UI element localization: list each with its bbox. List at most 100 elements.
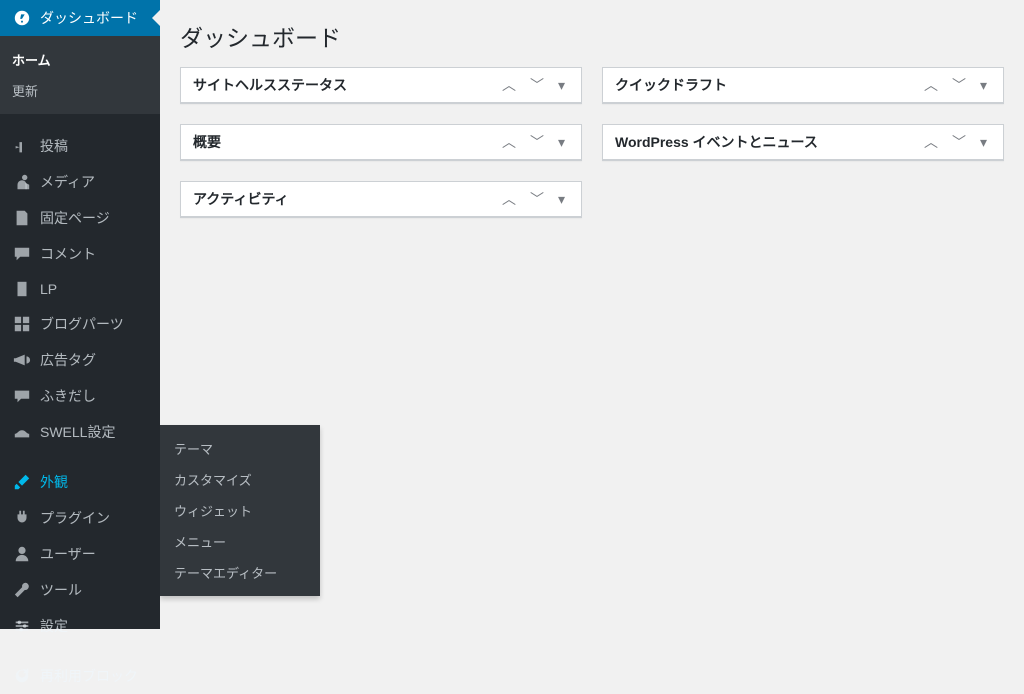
move-up-button[interactable]: ︿ [498,188,520,210]
handle-actions: ︿ ﹀ ▾ [498,131,569,153]
sidebar-sub-home[interactable]: ホーム [0,44,160,75]
move-up-button[interactable]: ︿ [920,74,942,96]
pin-icon [12,137,32,155]
doc-icon [12,280,32,298]
submenu-widgets[interactable]: ウィジェット [160,495,320,526]
submenu-editor[interactable]: テーマエディター [160,557,320,588]
admin-sidebar: ダッシュボード ホーム 更新 投稿 メディア 固定ページ コメント LP [0,0,160,629]
move-up-button[interactable]: ︿ [498,131,520,153]
sidebar-item-appearance[interactable]: 外観 [0,464,160,500]
postbox-events-news: WordPress イベントとニュース ︿ ﹀ ▾ [602,124,1004,161]
sidebar-item-label: メディア [40,172,95,192]
submenu-customize[interactable]: カスタマイズ [160,464,320,495]
wrench-icon [12,581,32,599]
toggle-button[interactable]: ▾ [554,188,569,210]
postbox-title: サイトヘルスステータス [193,75,498,95]
move-down-button[interactable]: ﹀ [526,188,548,210]
sidebar-item-label: 広告タグ [40,350,96,370]
chevron-down-icon: ﹀ [530,135,544,149]
sidebar-item-label: SWELL設定 [40,422,115,442]
sidebar-item-swell[interactable]: SWELL設定 [0,414,160,450]
media-icon [12,173,32,191]
sidebar-item-label: コメント [40,244,96,264]
page-title: ダッシュボード [180,10,1004,67]
handle-actions: ︿ ﹀ ▾ [920,131,991,153]
dashboard-icon [12,9,32,27]
move-down-button[interactable]: ﹀ [948,74,970,96]
page-icon [12,209,32,227]
sidebar-item-label: ブログパーツ [40,314,124,334]
sidebar-item-lp[interactable]: LP [0,272,160,306]
sidebar-item-blogparts[interactable]: ブログパーツ [0,306,160,342]
sidebar-item-tools[interactable]: ツール [0,572,160,608]
toggle-button[interactable]: ▾ [554,74,569,96]
postbox-site-health: サイトヘルスステータス ︿ ﹀ ▾ [180,67,582,104]
sidebar-item-label: 設定 [40,616,68,636]
move-up-button[interactable]: ︿ [498,74,520,96]
user-icon [12,545,32,563]
sidebar-sub-updates[interactable]: 更新 [0,75,160,106]
caret-down-icon: ▾ [558,77,565,93]
sidebar-item-comments[interactable]: コメント [0,236,160,272]
submenu-themes[interactable]: テーマ [160,433,320,464]
sidebar-item-media[interactable]: メディア [0,164,160,200]
toggle-button[interactable]: ▾ [976,131,991,153]
chevron-up-icon: ︿ [924,135,938,149]
move-up-button[interactable]: ︿ [920,131,942,153]
postbox-quick-draft: クイックドラフト ︿ ﹀ ▾ [602,67,1004,104]
caret-down-icon: ▾ [558,191,565,207]
sidebar-item-label: ツール [40,580,82,600]
chevron-up-icon: ︿ [924,78,938,92]
move-down-button[interactable]: ﹀ [948,131,970,153]
sidebar-item-reusable[interactable]: 再利用ブロック [0,658,160,694]
move-down-button[interactable]: ﹀ [526,74,548,96]
chevron-down-icon: ﹀ [952,78,966,92]
swell-icon [12,423,32,441]
postbox-header: WordPress イベントとニュース ︿ ﹀ ▾ [603,125,1003,160]
chevron-down-icon: ﹀ [952,135,966,149]
toggle-button[interactable]: ▾ [554,131,569,153]
postbox-header: クイックドラフト ︿ ﹀ ▾ [603,68,1003,103]
speech-icon [12,387,32,405]
postbox-header: 概要 ︿ ﹀ ▾ [181,125,581,160]
chevron-up-icon: ︿ [502,135,516,149]
postbox-at-a-glance: 概要 ︿ ﹀ ▾ [180,124,582,161]
dashboard-col-right: クイックドラフト ︿ ﹀ ▾ WordPress イベントとニュース ︿ ﹀ ▾ [602,67,1004,218]
postbox-header: サイトヘルスステータス ︿ ﹀ ▾ [181,68,581,103]
dashboard-grid: サイトヘルスステータス ︿ ﹀ ▾ 概要 ︿ ﹀ ▾ [180,67,1004,218]
sidebar-item-label: 固定ページ [40,208,110,228]
megaphone-icon [12,351,32,369]
handle-actions: ︿ ﹀ ▾ [920,74,991,96]
sidebar-item-balloon[interactable]: ふきだし [0,378,160,414]
submenu-menus[interactable]: メニュー [160,526,320,557]
sidebar-item-pages[interactable]: 固定ページ [0,200,160,236]
sidebar-item-label: ユーザー [40,544,96,564]
sidebar-item-label: 投稿 [40,136,68,156]
caret-down-icon: ▾ [980,77,987,93]
sidebar-item-settings[interactable]: 設定 [0,608,160,644]
handle-actions: ︿ ﹀ ▾ [498,74,569,96]
sidebar-item-posts[interactable]: 投稿 [0,128,160,164]
caret-down-icon: ▾ [980,134,987,150]
postbox-activity: アクティビティ ︿ ﹀ ▾ [180,181,582,218]
postbox-title: アクティビティ [193,189,498,209]
move-down-button[interactable]: ﹀ [526,131,548,153]
postbox-title: クイックドラフト [615,75,920,95]
postbox-title: WordPress イベントとニュース [615,132,920,152]
sidebar-item-label: ふきだし [40,386,96,406]
sidebar-item-label: 外観 [40,472,68,492]
sidebar-item-ads[interactable]: 広告タグ [0,342,160,378]
sidebar-item-plugins[interactable]: プラグイン [0,500,160,536]
brush-icon [12,473,32,491]
handle-actions: ︿ ﹀ ▾ [498,188,569,210]
toggle-button[interactable]: ▾ [976,74,991,96]
comment-icon [12,245,32,263]
sidebar-item-dashboard[interactable]: ダッシュボード [0,0,160,36]
caret-down-icon: ▾ [558,134,565,150]
appearance-submenu: テーマ カスタマイズ ウィジェット メニュー テーマエディター [160,425,320,596]
sidebar-item-users[interactable]: ユーザー [0,536,160,572]
chevron-down-icon: ﹀ [530,78,544,92]
sidebar-sub-dashboard: ホーム 更新 [0,36,160,114]
postbox-title: 概要 [193,132,498,152]
reuse-icon [12,667,32,685]
